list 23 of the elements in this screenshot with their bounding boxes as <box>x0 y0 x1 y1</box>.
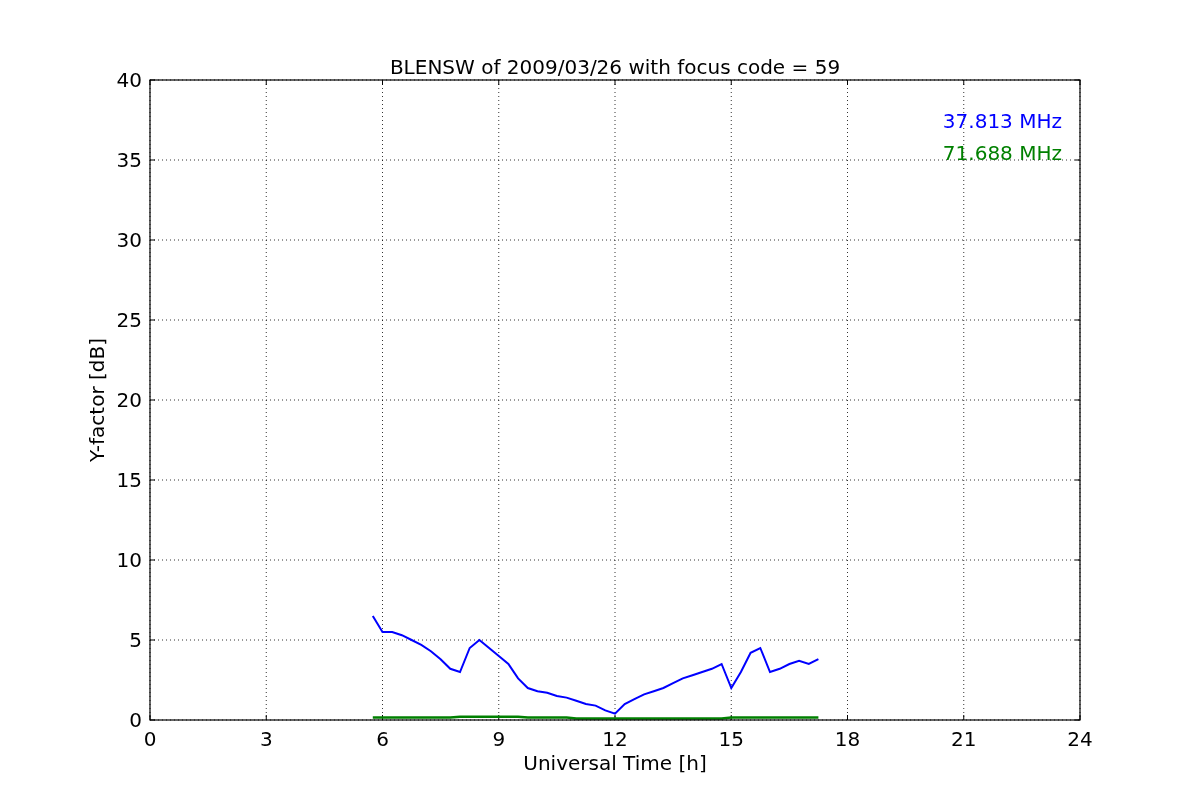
y-tick-label: 40 <box>116 68 142 92</box>
y-tick-label: 30 <box>116 228 142 252</box>
x-axis-label: Universal Time [h] <box>523 751 707 775</box>
x-tick-label: 9 <box>492 727 506 751</box>
y-tick-label: 35 <box>116 148 142 172</box>
x-tick-label: 12 <box>602 727 628 751</box>
series-label: 71.688 MHz <box>942 141 1062 165</box>
y-tick-label: 5 <box>129 628 142 652</box>
chart-title: BLENSW of 2009/03/26 with focus code = 59 <box>389 55 841 79</box>
series-label: 37.813 MHz <box>942 109 1062 133</box>
x-tick-label: 18 <box>834 727 861 751</box>
x-tick-label: 15 <box>718 727 744 751</box>
y-tick-label: 15 <box>116 468 142 492</box>
y-tick-label: 25 <box>116 308 142 332</box>
x-tick-label: 0 <box>143 727 157 751</box>
x-tick-label: 24 <box>1067 727 1093 751</box>
y-tick-label: 0 <box>129 708 142 732</box>
x-tick-label: 3 <box>259 727 273 751</box>
y-tick-label: 10 <box>116 548 142 572</box>
x-tick-label: 21 <box>951 727 977 751</box>
x-tick-label: 6 <box>376 727 389 751</box>
y-axis-label: Y-factor [dB] <box>85 338 109 462</box>
y-tick-label: 20 <box>116 388 142 412</box>
